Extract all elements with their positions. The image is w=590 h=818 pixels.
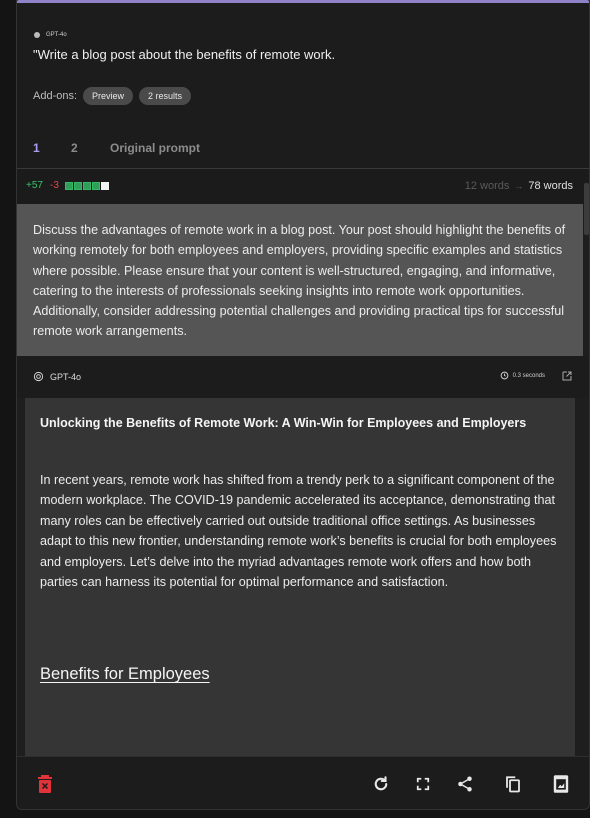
model-logo-icon xyxy=(34,32,40,38)
copy-button[interactable] xyxy=(503,774,523,794)
model-name-small: GPT-4o xyxy=(46,32,67,38)
rewritten-prompt: Discuss the advantages of remote work in… xyxy=(17,204,583,356)
tab-original-prompt[interactable]: Original prompt xyxy=(110,141,200,155)
clock-icon xyxy=(500,371,508,380)
tab-bar: 1 2 Original prompt xyxy=(17,133,589,170)
response-time-text: 0.3 seconds xyxy=(512,372,545,379)
tab-2[interactable]: 2 xyxy=(71,141,78,155)
scrollbar[interactable] xyxy=(584,183,589,235)
response-model-name: GPT-4o xyxy=(50,371,82,382)
preview-pill[interactable]: Preview xyxy=(83,87,134,105)
old-word-count: 12 words xyxy=(464,180,510,192)
comparison-panel: GPT-4o "Write a blog post about the bene… xyxy=(16,0,590,810)
response-title: Unlocking the Benefits of Remote Work: A… xyxy=(40,416,527,430)
prompt-header: GPT-4o "Write a blog post about the bene… xyxy=(17,3,589,170)
response-header: GPT-4o 0.3 seconds xyxy=(17,356,589,398)
diff-bar-neutral xyxy=(101,182,109,190)
addons-label: Add-ons: xyxy=(33,90,78,102)
response-body: Unlocking the Benefits of Remote Work: A… xyxy=(25,398,575,756)
action-toolbar xyxy=(17,756,589,809)
fullscreen-icon xyxy=(416,777,430,791)
diff-bar-added xyxy=(83,182,91,190)
regenerate-button[interactable] xyxy=(371,774,391,794)
diff-bar-added xyxy=(65,182,73,190)
rewritten-prompt-text: Discuss the advantages of remote work in… xyxy=(33,223,566,339)
removed-count: -3 xyxy=(50,180,59,191)
added-count: +57 xyxy=(26,180,43,191)
results-pill[interactable]: 2 results xyxy=(139,87,192,105)
fullscreen-button[interactable] xyxy=(413,774,433,794)
diff-bars xyxy=(65,182,109,190)
new-word-count: 78 words xyxy=(528,180,573,192)
copy-image-button[interactable] xyxy=(551,774,571,794)
copy-icon xyxy=(506,776,520,793)
model-row: GPT-4o xyxy=(34,32,67,38)
original-prompt-text: "Write a blog post about the benefits of… xyxy=(33,47,336,62)
diff-bar-added xyxy=(92,182,100,190)
response-time: 0.3 seconds xyxy=(500,371,545,380)
response-model: GPT-4o xyxy=(33,371,81,382)
delete-button[interactable] xyxy=(35,774,55,794)
trash-icon xyxy=(38,775,52,793)
response-section-heading: Benefits for Employees xyxy=(40,665,210,683)
external-link-icon xyxy=(562,371,572,381)
diff-bar-added xyxy=(74,182,82,190)
diff-stats-row: +57 -3 12 words → 78 words xyxy=(17,169,589,204)
word-count: 12 words → 78 words xyxy=(465,180,573,192)
share-button[interactable] xyxy=(455,774,475,794)
copy-image-icon xyxy=(553,775,569,793)
refresh-icon xyxy=(374,776,388,791)
arrow-right-icon: → xyxy=(514,181,524,191)
open-external-button[interactable] xyxy=(561,369,573,387)
tab-1[interactable]: 1 xyxy=(33,141,40,155)
addons-row: Add-ons: Preview 2 results xyxy=(33,87,192,105)
share-icon xyxy=(458,776,472,792)
openai-logo-icon xyxy=(33,371,44,382)
response-paragraph: In recent years, remote work has shifted… xyxy=(40,473,557,590)
